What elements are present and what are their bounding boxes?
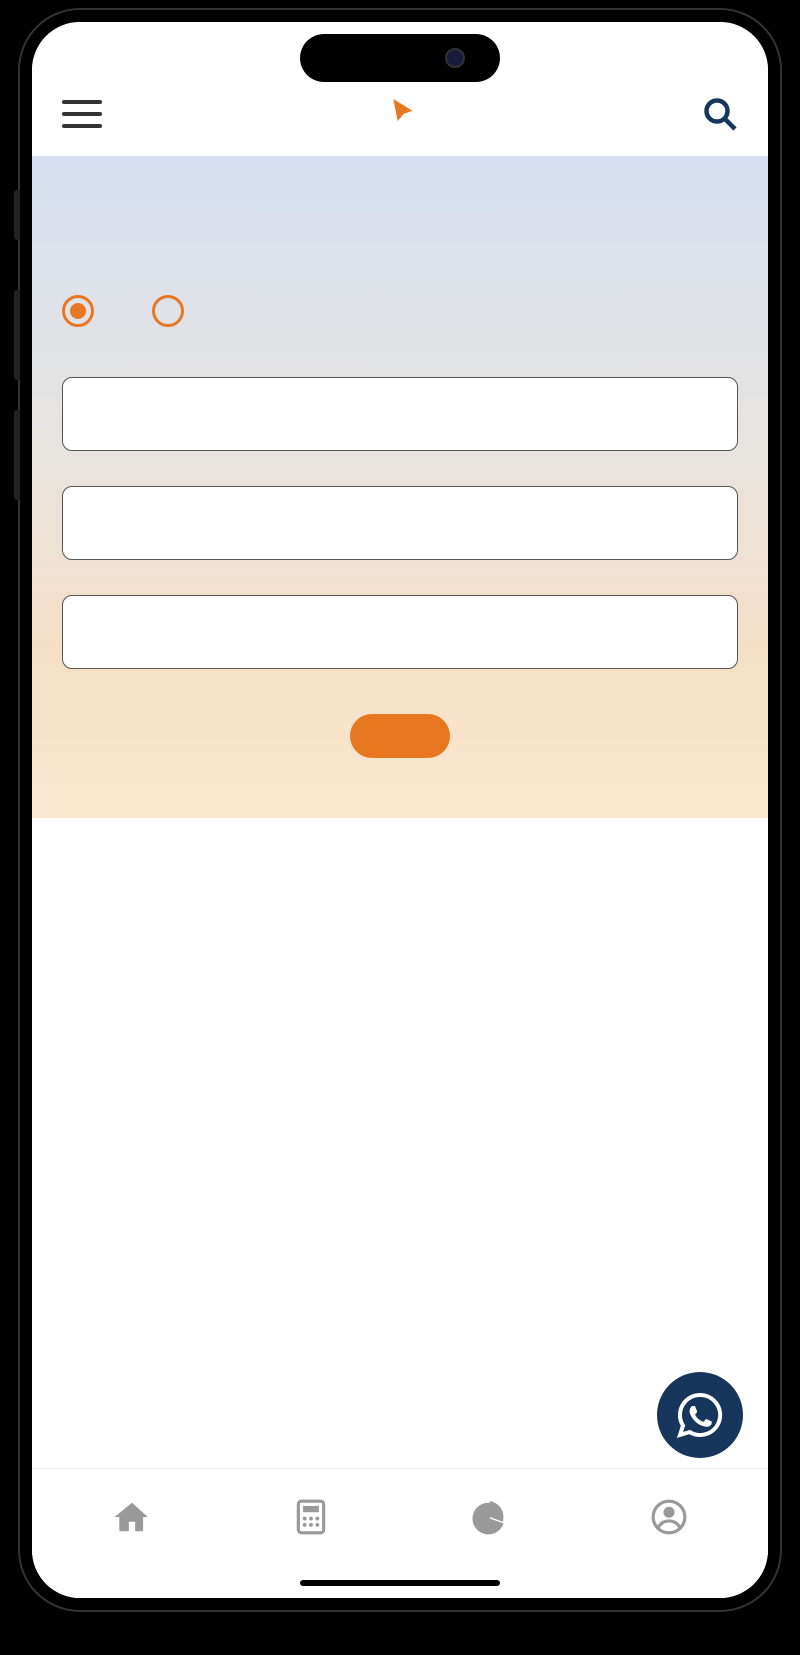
- bottom-nav: [32, 1468, 768, 1598]
- why-section: [32, 818, 768, 943]
- radio-circle-icon: [62, 295, 94, 327]
- piechart-icon: [471, 1498, 509, 1536]
- side-button: [14, 410, 20, 500]
- email-input[interactable]: [62, 486, 738, 560]
- whatsapp-icon: [676, 1391, 724, 1439]
- side-button: [14, 190, 20, 240]
- whatsapp-button[interactable]: [657, 1372, 743, 1458]
- logo-arrow-icon: [384, 92, 423, 136]
- partner-type-radio-group: [62, 295, 738, 327]
- email-field: [62, 486, 738, 560]
- menu-icon[interactable]: [62, 92, 102, 136]
- mobile-input[interactable]: [62, 595, 738, 669]
- radio-company[interactable]: [152, 295, 202, 327]
- radio-circle-icon: [152, 295, 184, 327]
- mobile-field: [62, 595, 738, 669]
- notch: [300, 34, 500, 82]
- fullname-input[interactable]: [62, 377, 738, 451]
- search-icon[interactable]: [702, 96, 738, 132]
- home-indicator[interactable]: [300, 1580, 500, 1586]
- side-button: [14, 290, 20, 380]
- nav-dashboard[interactable]: [400, 1498, 579, 1544]
- hero-section: [32, 156, 768, 818]
- nav-home[interactable]: [42, 1498, 221, 1544]
- phone-screen: [32, 22, 768, 1598]
- logo[interactable]: [387, 96, 417, 133]
- nav-calculator[interactable]: [221, 1498, 400, 1544]
- page-title: [62, 206, 738, 255]
- profile-icon: [650, 1498, 688, 1536]
- register-button[interactable]: [350, 714, 450, 758]
- home-icon: [113, 1498, 151, 1536]
- fullname-field: [62, 377, 738, 451]
- phone-frame: [20, 10, 780, 1610]
- calculator-icon: [292, 1498, 330, 1536]
- nav-profile[interactable]: [579, 1498, 758, 1544]
- radio-individual[interactable]: [62, 295, 112, 327]
